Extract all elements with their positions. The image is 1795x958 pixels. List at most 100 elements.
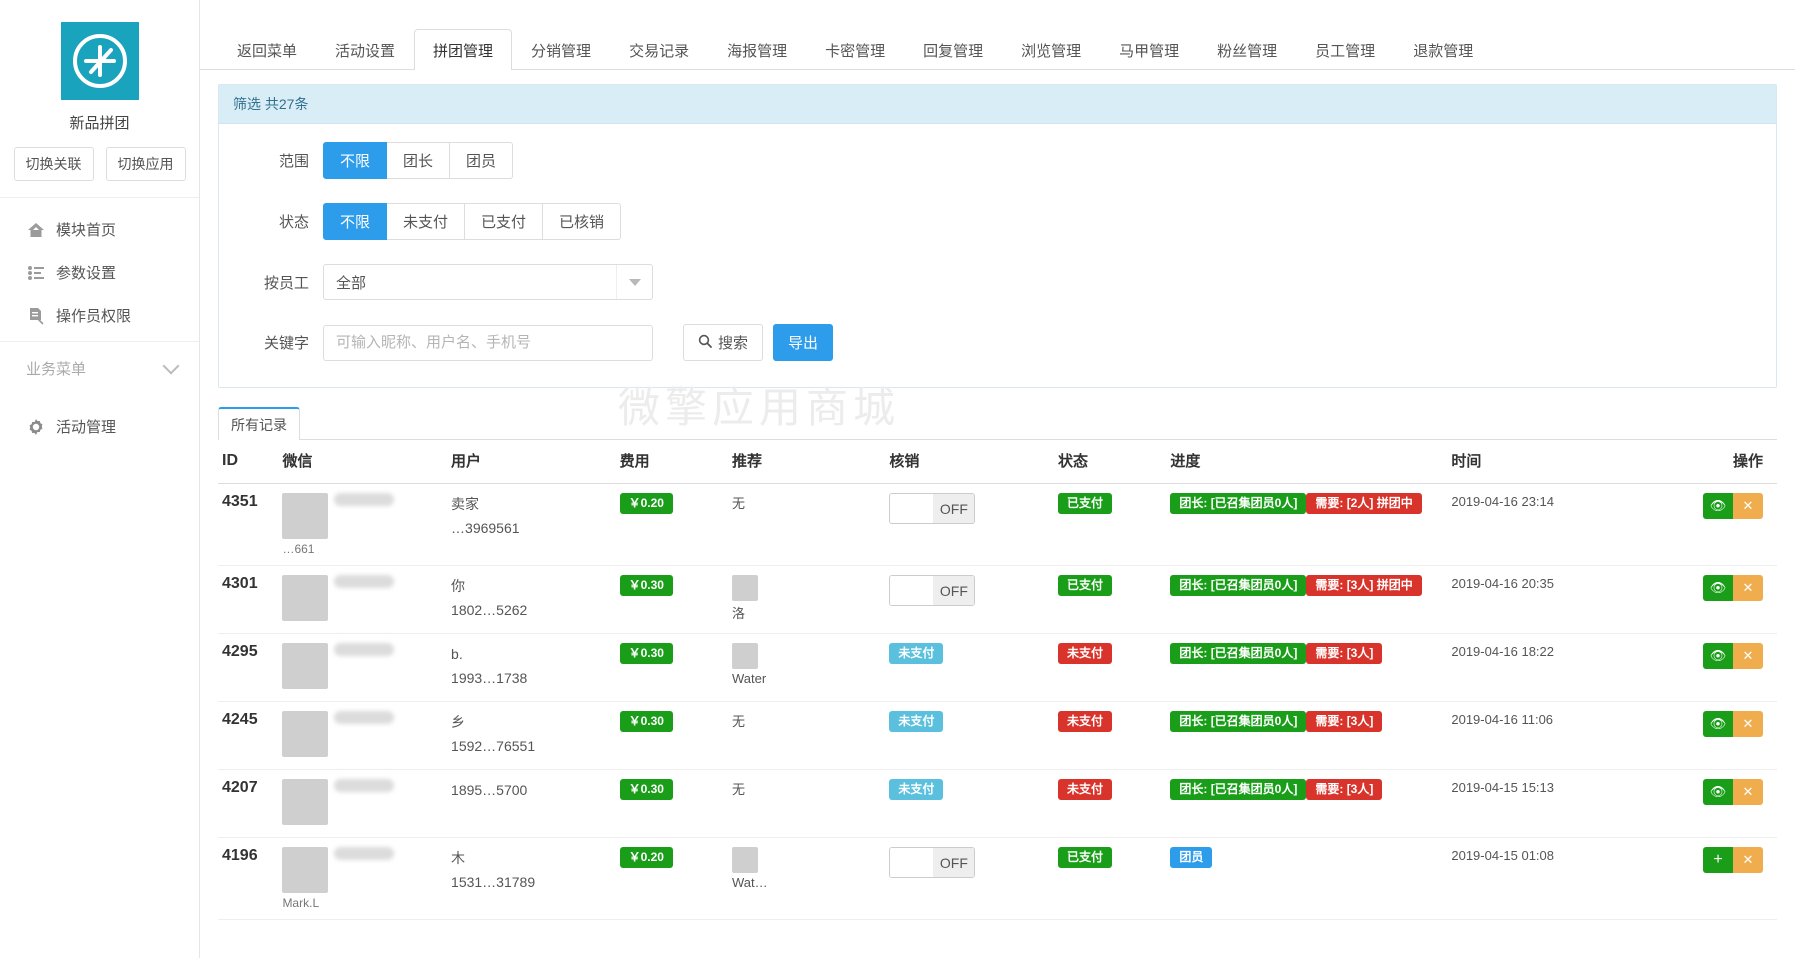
progress-badge: 团员 — [1170, 847, 1213, 869]
avatar — [282, 575, 329, 621]
status-badge: 未支付 — [1057, 711, 1112, 733]
view-button[interactable]: 👁 — [1703, 779, 1733, 805]
delete-button[interactable]: ✕ — [1733, 847, 1763, 873]
export-button[interactable]: 导出 — [773, 324, 834, 361]
cell-operation: 👁 ✕ — [1658, 633, 1777, 702]
staff-label: 按员工 — [263, 274, 309, 292]
redacted-text — [334, 493, 395, 506]
fee-badge: ￥0.30 — [619, 711, 673, 733]
scope-option-member[interactable]: 团员 — [450, 142, 514, 179]
avatar — [282, 847, 329, 893]
delete-button[interactable]: ✕ — [1733, 493, 1763, 519]
user-phone: …3969561 — [451, 519, 520, 536]
verify-toggle[interactable]: OFF — [889, 847, 976, 878]
delete-button[interactable]: ✕ — [1733, 711, 1763, 737]
cell-fee: ￥0.30 — [613, 565, 727, 634]
records-table: ID 微信 用户 费用 推荐 核销 状态 进度 时间 操作 4351 …661 … — [218, 440, 1777, 920]
filter-row-status: 状态 不限 未支付 已支付 已核销 — [233, 203, 1762, 240]
cell-progress: 团员 — [1164, 837, 1446, 920]
document-edit-icon — [26, 306, 56, 326]
fee-badge: ￥0.30 — [619, 643, 673, 665]
sidebar-item-module-home[interactable]: 模块首页 — [0, 208, 199, 251]
tab-poster-management[interactable]: 海报管理 — [708, 29, 806, 70]
tab-browse-management[interactable]: 浏览管理 — [1002, 29, 1100, 70]
cell-progress: 团长: [已召集团员0人] 需要: [3人] 拼团中 — [1164, 565, 1446, 634]
referrer-cell: Water — [732, 643, 877, 686]
cell-referrer: 洛 — [726, 565, 884, 634]
cell-fee: ￥0.30 — [613, 769, 727, 838]
tab-vest-management[interactable]: 马甲管理 — [1100, 29, 1198, 70]
progress-badge: 需要: [3人] 拼团中 — [1306, 575, 1422, 597]
tab-card-management[interactable]: 卡密管理 — [806, 29, 904, 70]
referrer-name: 无 — [732, 496, 746, 511]
record-time: 2019-04-16 11:06 — [1451, 712, 1554, 727]
col-status: 状态 — [1051, 440, 1165, 484]
cell-wechat — [276, 769, 446, 838]
progress-badge: 需要: [3人] — [1306, 711, 1383, 733]
filter-row-staff: 按员工 全部 — [233, 264, 1762, 300]
status-option-unpaid[interactable]: 未支付 — [387, 203, 466, 240]
status-option-paid[interactable]: 已支付 — [465, 203, 544, 240]
sidebar-item-param-settings[interactable]: 参数设置 — [0, 251, 199, 294]
record-time: 2019-04-16 23:14 — [1451, 494, 1555, 509]
tab-fans-management[interactable]: 粉丝管理 — [1198, 29, 1296, 70]
cell-wechat — [276, 565, 446, 634]
scope-option-unlimited[interactable]: 不限 — [323, 142, 388, 179]
sidebar-item-activity-management[interactable]: 活动管理 — [0, 405, 199, 448]
view-button[interactable]: 👁 — [1703, 643, 1733, 669]
tab-reply-management[interactable]: 回复管理 — [904, 29, 1002, 70]
switch-app-button[interactable]: 切换应用 — [105, 147, 186, 181]
record-time: 2019-04-15 01:08 — [1451, 848, 1555, 863]
keyword-label: 关键字 — [263, 335, 309, 352]
sidebar-group-business-menu[interactable]: 业务菜单 — [0, 342, 199, 395]
cell-fee: ￥0.20 — [613, 837, 727, 920]
view-button[interactable]: 👁 — [1703, 575, 1733, 601]
staff-select[interactable]: 全部 — [323, 264, 653, 300]
redacted-text — [334, 779, 395, 792]
status-option-unlimited[interactable]: 不限 — [323, 203, 388, 240]
progress-badge: 团长: [已召集团员0人] — [1170, 779, 1307, 801]
add-button[interactable]: + — [1703, 847, 1733, 873]
verify-toggle[interactable]: OFF — [889, 493, 976, 524]
tab-group-management[interactable]: 拼团管理 — [414, 29, 513, 71]
cell-status: 已支付 — [1051, 565, 1165, 634]
cell-operation: + ✕ — [1658, 837, 1777, 920]
verify-badge: 未支付 — [889, 779, 944, 801]
col-id: ID — [218, 440, 277, 484]
tab-staff-management[interactable]: 员工管理 — [1296, 29, 1394, 70]
tab-transaction-records[interactable]: 交易记录 — [610, 29, 708, 70]
tab-activity-settings[interactable]: 活动设置 — [316, 29, 414, 70]
cell-progress: 团长: [已召集团员0人] 需要: [3人] — [1164, 633, 1446, 702]
delete-button[interactable]: ✕ — [1733, 779, 1763, 805]
tab-distribution-management[interactable]: 分销管理 — [512, 29, 610, 70]
status-label: 状态 — [278, 214, 309, 231]
view-button[interactable]: 👁 — [1703, 493, 1733, 519]
scope-option-leader[interactable]: 团长 — [387, 142, 451, 179]
record-time: 2019-04-16 18:22 — [1451, 644, 1555, 659]
sidebar-item-label: 活动管理 — [56, 419, 117, 436]
tab-return-menu[interactable]: 返回菜单 — [218, 29, 316, 70]
cell-time: 2019-04-16 20:35 — [1445, 565, 1659, 634]
avatar — [282, 493, 329, 539]
verify-badge: 未支付 — [889, 711, 944, 733]
delete-button[interactable]: ✕ — [1733, 643, 1763, 669]
filter-row-keyword: 关键字 搜索 导出 — [233, 324, 1762, 361]
progress-badge: 团长: [已召集团员0人] — [1170, 711, 1307, 733]
sidebar-item-operator-permission[interactable]: 操作员权限 — [0, 294, 199, 337]
avatar — [282, 711, 329, 757]
view-button[interactable]: 👁 — [1703, 711, 1733, 737]
cell-progress: 团长: [已召集团员0人] 需要: [3人] — [1164, 701, 1446, 770]
status-option-verified[interactable]: 已核销 — [543, 203, 622, 240]
referrer-name: 无 — [732, 714, 746, 729]
table-row: 4196 Mark.L 木 1531…31789 ￥0.20 Wat… OFF … — [218, 837, 1777, 920]
verify-toggle[interactable]: OFF — [889, 575, 976, 606]
tab-all-records[interactable]: 所有记录 — [218, 407, 300, 440]
switch-relation-button[interactable]: 切换关联 — [13, 147, 94, 181]
row-actions: + ✕ — [1665, 847, 1763, 873]
keyword-input[interactable] — [323, 324, 653, 361]
delete-button[interactable]: ✕ — [1733, 575, 1763, 601]
search-button[interactable]: 搜索 — [683, 324, 764, 361]
status-badge: 已支付 — [1057, 575, 1112, 597]
tab-refund-management[interactable]: 退款管理 — [1394, 29, 1492, 70]
filter-panel: 筛选 共27条 范围 不限 团长 团员 状态 不限 未支付 已支付 已核销 按员… — [218, 84, 1777, 388]
